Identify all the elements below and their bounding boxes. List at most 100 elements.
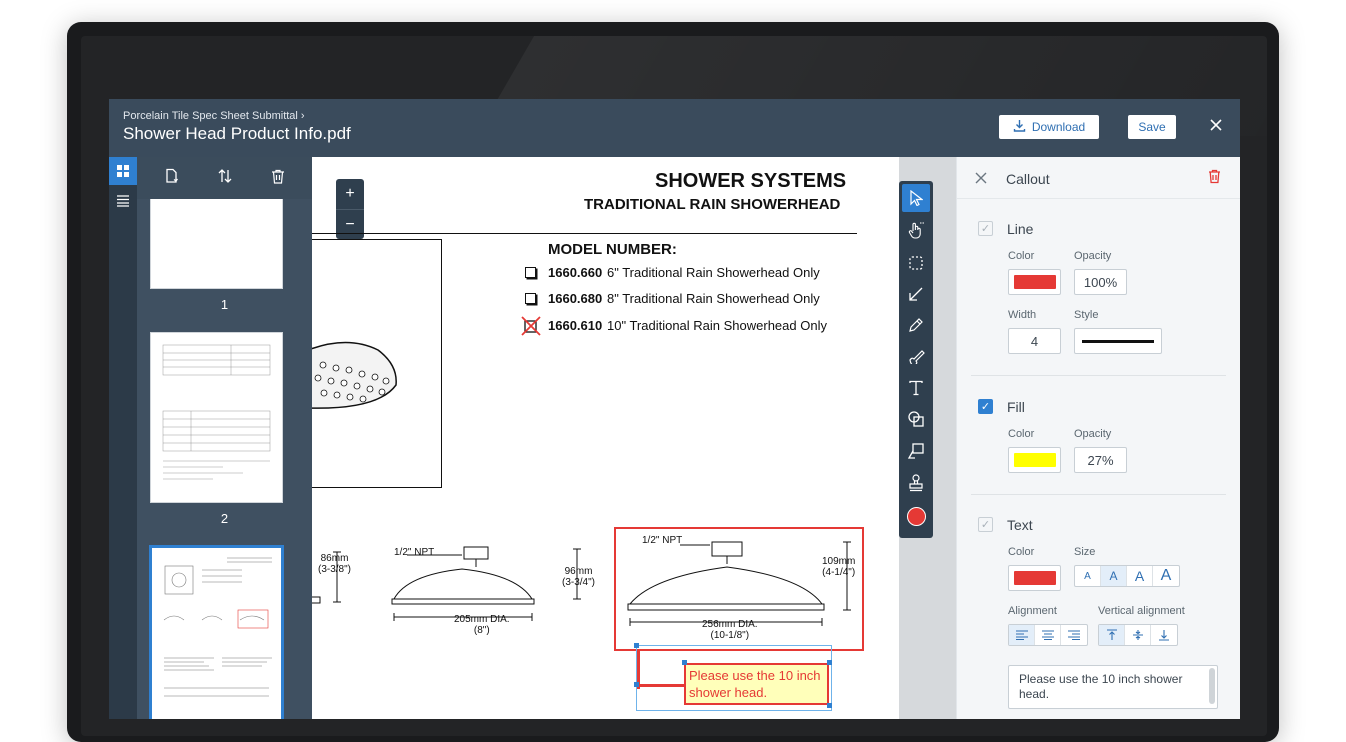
delete-annotation-icon[interactable]	[1208, 169, 1221, 189]
model-option-3[interactable]: 1660.610 10" Traditional Rain Showerhead…	[520, 316, 845, 336]
download-button[interactable]: Download	[999, 115, 1099, 139]
model-number-label: MODEL NUMBER:	[548, 241, 677, 258]
download-label: Download	[1031, 120, 1086, 134]
textarea-scrollbar[interactable]	[1209, 668, 1215, 704]
zoom-in-icon[interactable]: +	[336, 179, 364, 209]
valign-top-icon[interactable]	[1099, 625, 1125, 645]
line-label: Line	[1007, 221, 1034, 237]
size-large-button[interactable]: A	[1127, 566, 1153, 586]
thumbnail-panel: 1 2	[137, 157, 312, 719]
model-option-2[interactable]: 1660.680 8" Traditional Rain Showerhead …	[525, 290, 845, 308]
model-desc: 10" Traditional Rain Showerhead Only	[607, 318, 827, 333]
reorder-pages-icon[interactable]	[211, 168, 239, 188]
save-button[interactable]: Save	[1128, 115, 1176, 139]
delete-page-icon[interactable]	[264, 169, 292, 188]
size-small-button[interactable]: A	[1075, 566, 1101, 586]
resize-handle[interactable]	[634, 682, 639, 687]
thumbnail-list: 1 2	[137, 199, 312, 719]
text-tool-icon[interactable]	[902, 374, 930, 402]
fill-color-swatch[interactable]	[1008, 447, 1061, 473]
doc-subheading: TRADITIONAL RAIN SHOWERHEAD	[584, 196, 841, 213]
fill-opacity-input[interactable]: 27%	[1074, 447, 1127, 473]
text-size-label: Size	[1074, 546, 1096, 558]
section-divider	[971, 375, 1226, 376]
align-left-icon[interactable]	[1009, 625, 1035, 645]
alignment-group	[1008, 624, 1088, 646]
resize-handle[interactable]	[827, 703, 832, 708]
line-opacity-label: Opacity	[1074, 250, 1112, 262]
arrow-tool-icon[interactable]	[902, 280, 930, 308]
stamp-tool-icon[interactable]	[902, 469, 930, 497]
line-width-input[interactable]: 4	[1008, 328, 1061, 354]
valign-middle-icon[interactable]	[1125, 625, 1151, 645]
text-color-swatch[interactable]	[1008, 565, 1061, 591]
pan-tool-icon[interactable]	[902, 216, 930, 244]
line-style-label: Style	[1074, 309, 1099, 321]
model-desc: 8" Traditional Rain Showerhead Only	[607, 291, 820, 306]
panel-title: Callout	[1006, 171, 1050, 187]
model-code: 1660.680	[548, 291, 603, 306]
highlighter-tool-icon[interactable]	[902, 342, 930, 370]
save-label: Save	[1138, 120, 1166, 134]
text-color-label: Color	[1008, 546, 1035, 558]
properties-panel: Callout ✓ Line Color Opacity 100% Width …	[956, 157, 1240, 719]
page-number-1: 1	[220, 297, 229, 312]
fill-label: Fill	[1007, 399, 1025, 415]
line-width-label: Width	[1008, 309, 1037, 321]
valign-bottom-icon[interactable]	[1151, 625, 1177, 645]
callout-tool-icon[interactable]	[902, 437, 930, 465]
checkbox-icon[interactable]	[525, 293, 536, 304]
rotate-page-icon[interactable]	[158, 168, 186, 188]
dia-label: 205mm DIA. (8")	[454, 614, 510, 636]
line-color-swatch[interactable]	[1008, 269, 1061, 295]
select-tool-icon[interactable]	[902, 184, 930, 212]
heading-rule	[312, 233, 857, 234]
checked-x-icon[interactable]	[520, 316, 542, 341]
fill-checkbox[interactable]: ✓	[978, 399, 993, 414]
color-picker-icon[interactable]	[902, 502, 930, 530]
page-thumbnail-2[interactable]	[150, 332, 283, 503]
alignment-label: Alignment	[1008, 605, 1057, 617]
grid-view-icon[interactable]	[109, 157, 137, 185]
npt-label: 1/2" NPT	[394, 547, 435, 558]
callout-annotation[interactable]: Please use the 10 inch shower head.	[684, 663, 829, 705]
line-opacity-input[interactable]: 100%	[1074, 269, 1127, 295]
pen-tool-icon[interactable]	[902, 311, 930, 339]
page-thumbnail-3[interactable]	[149, 545, 284, 719]
text-size-group: A A A A	[1074, 565, 1180, 587]
text-label: Text	[1007, 517, 1033, 533]
page-thumbnail-1[interactable]	[150, 199, 283, 289]
doc-heading: SHOWER SYSTEMS	[655, 170, 847, 192]
resize-handle[interactable]	[827, 660, 832, 665]
align-right-icon[interactable]	[1061, 625, 1087, 645]
shapes-tool-icon[interactable]	[902, 405, 930, 433]
list-view-icon[interactable]	[109, 187, 137, 215]
resize-handle[interactable]	[682, 660, 687, 665]
size-xlarge-button[interactable]: A	[1153, 566, 1179, 586]
resize-handle[interactable]	[634, 643, 639, 648]
callout-text-input[interactable]: Please use the 10 inch shower head.	[1008, 665, 1218, 709]
align-center-icon[interactable]	[1035, 625, 1061, 645]
page-number-2: 2	[220, 511, 229, 526]
line-style-select[interactable]	[1074, 328, 1162, 354]
properties-header: Callout	[957, 157, 1240, 199]
app-window: Porcelain Tile Spec Sheet Submittal › Sh…	[109, 99, 1240, 719]
checkbox-icon[interactable]	[525, 267, 536, 278]
download-icon	[1013, 119, 1026, 135]
showerhead-illustration	[312, 341, 397, 409]
text-checkbox[interactable]: ✓	[978, 517, 993, 532]
model-option-1[interactable]: 1660.660 6" Traditional Rain Showerhead …	[525, 264, 845, 282]
line-color-label: Color	[1008, 250, 1035, 262]
fill-color-label: Color	[1008, 428, 1035, 440]
left-rail	[109, 157, 137, 719]
close-panel-icon[interactable]	[975, 171, 987, 189]
size-medium-button[interactable]: A	[1101, 566, 1127, 586]
close-icon[interactable]	[1206, 116, 1226, 136]
document-viewer: + − SHOWER SYSTEMS TRADITIONAL RAIN SHOW…	[312, 157, 899, 719]
lasso-tool-icon[interactable]	[902, 249, 930, 277]
line-checkbox[interactable]: ✓	[978, 221, 993, 236]
page-title: Shower Head Product Info.pdf	[123, 124, 351, 143]
breadcrumb[interactable]: Porcelain Tile Spec Sheet Submittal ›	[123, 110, 305, 122]
fill-opacity-label: Opacity	[1074, 428, 1112, 440]
zoom-out-icon[interactable]: −	[336, 209, 364, 239]
